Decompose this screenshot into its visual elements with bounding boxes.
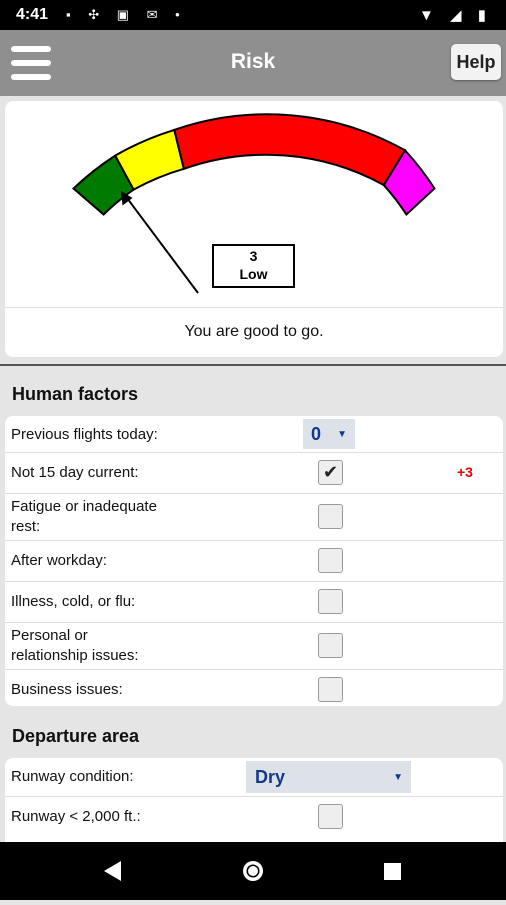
personal-issues-checkbox[interactable] (318, 633, 343, 658)
chevron-down-icon: ▼ (393, 772, 403, 783)
select-value: Dry (255, 767, 286, 787)
previous-flights-select[interactable]: 0 ▼ (303, 419, 355, 449)
card-divider (5, 307, 503, 308)
human-factors-panel: Previous flights today: 0 ▼ Not 15 day c… (5, 416, 503, 706)
row-fatigue: Fatigue or inadequate rest: (5, 494, 503, 541)
help-button[interactable]: Help (451, 44, 501, 80)
risk-gauge-card: 3 Low You are good to go. (5, 101, 503, 357)
back-icon[interactable] (104, 861, 121, 881)
human-factors-title: Human factors (12, 384, 139, 404)
fatigue-checkbox[interactable] (318, 504, 343, 529)
row-not-15-day-current: Not 15 day current: ✔ +3 (5, 453, 503, 494)
status-time: 4:41 (16, 6, 49, 23)
row-business-issues: Business issues: (5, 670, 503, 706)
page-title: Risk (230, 50, 276, 73)
row-label: Previous flights today: (11, 426, 158, 443)
status-bar: 4:41 ▪ ✣ ▣ ✉ • ▼ ◢ ▮ (0, 0, 506, 30)
row-label: Illness, cold, or flu: (11, 593, 136, 610)
runway-condition-select[interactable]: Dry ▼ (246, 761, 411, 793)
section-divider (0, 364, 506, 366)
score-level: Low (240, 266, 268, 282)
gauge-needle (123, 193, 199, 294)
after-workday-checkbox[interactable] (318, 548, 343, 573)
not-15-day-current-checkbox[interactable]: ✔ (318, 460, 343, 485)
row-runway-condition: Runway condition: Dry ▼ (5, 758, 503, 797)
nav-buttons (104, 861, 401, 881)
row-label: Runway condition: (11, 768, 134, 785)
system-icons: ▼ ◢ ▮ (419, 7, 492, 24)
score-value: 3 (250, 248, 258, 264)
row-previous-flights: Previous flights today: 0 ▼ (5, 416, 503, 453)
runway-length-checkbox[interactable] (318, 804, 343, 829)
select-value: 0 (311, 424, 322, 444)
row-label: Runway < 2,000 ft.: (11, 808, 141, 825)
illness-checkbox[interactable] (318, 589, 343, 614)
gauge-segment-red (173, 113, 407, 187)
chevron-down-icon: ▼ (337, 429, 347, 440)
row-illness: Illness, cold, or flu: (5, 582, 503, 623)
notification-icons: ▪ ✣ ▣ ✉ • (66, 7, 187, 22)
navigation-bar (0, 842, 506, 900)
departure-area-title: Departure area (12, 726, 140, 746)
row-label: After workday: (11, 552, 107, 569)
row-label: Personal or relationship issues: (11, 627, 139, 664)
row-label: Fatigue or inadequate rest: (11, 498, 157, 535)
row-personal-issues: Personal or relationship issues: (5, 623, 503, 670)
row-label: Business issues: (11, 681, 123, 698)
app-bar: Risk Help (0, 30, 506, 96)
risk-gauge: 3 Low (72, 113, 436, 294)
risk-points-badge: +3 (457, 464, 473, 480)
checkmark-icon: ✔ (322, 462, 339, 482)
row-after-workday: After workday: (5, 541, 503, 582)
row-runway-length: Runway < 2,000 ft.: (5, 797, 503, 837)
row-label: Not 15 day current: (11, 464, 139, 481)
risk-message: You are good to go. (184, 323, 324, 340)
business-issues-checkbox[interactable] (318, 677, 343, 702)
recents-icon[interactable] (384, 863, 401, 880)
